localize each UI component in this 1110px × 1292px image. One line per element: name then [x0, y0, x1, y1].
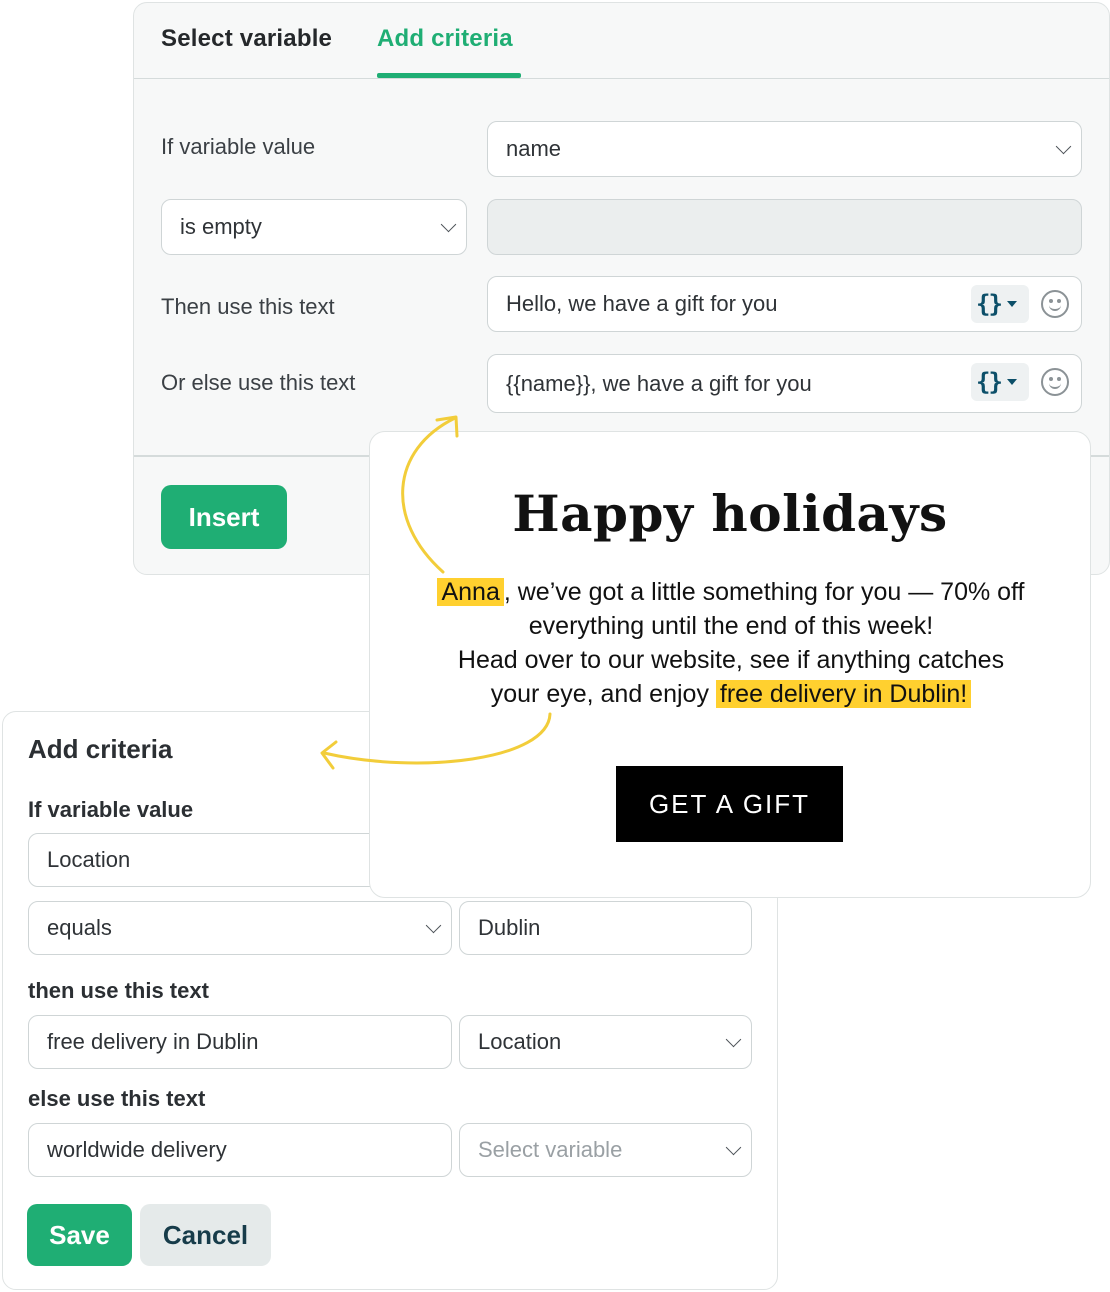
save-button[interactable]: Save	[27, 1204, 132, 1266]
chevron-down-icon	[440, 216, 457, 233]
emoji-icon[interactable]	[1041, 290, 1069, 318]
insert-variable-button[interactable]: {}	[971, 363, 1029, 401]
chevron-down-icon	[1055, 138, 1072, 155]
email-line-4: your eye, and enjoy	[490, 680, 716, 708]
variable-select[interactable]: name	[487, 121, 1082, 177]
else-variable-placeholder: Select variable	[478, 1137, 623, 1162]
operator-select[interactable]: equals	[28, 901, 452, 955]
then-text-value: Hello, we have a gift for you	[506, 291, 778, 316]
operator-value-input[interactable]	[487, 199, 1082, 255]
chevron-down-icon	[725, 1139, 742, 1156]
else-text-input[interactable]: worldwide delivery	[28, 1123, 452, 1177]
tab-select-variable[interactable]: Select variable	[161, 25, 332, 53]
variable-select-value: name	[506, 136, 562, 161]
email-preview-card: Happy holidays Anna, we’ve got a little …	[369, 431, 1091, 898]
email-body-text: Anna, we’ve got a little something for y…	[380, 575, 1082, 711]
email-title: Happy holidays	[512, 484, 948, 543]
delivery-highlight: free delivery in Dublin!	[715, 680, 972, 708]
then-variable-select[interactable]: Location	[459, 1015, 752, 1069]
tab-bar: Select variable Add criteria	[134, 3, 1109, 79]
then-text-input[interactable]: free delivery in Dublin	[28, 1015, 452, 1069]
emoji-icon[interactable]	[1041, 368, 1069, 396]
caret-down-icon	[1006, 379, 1017, 385]
then-variable-value: Location	[478, 1029, 562, 1054]
operator-select-value: is empty	[180, 214, 262, 239]
else-text-input[interactable]: {{name}}, we have a gift for you {}	[487, 354, 1082, 413]
email-line-1: , we’ve got a little something for you —…	[503, 578, 1025, 606]
then-text-label: then use this text	[28, 978, 209, 1003]
else-text-label: else use this text	[28, 1086, 206, 1111]
get-gift-button[interactable]: GET A GIFT	[616, 766, 843, 842]
panel-title: Add criteria	[28, 734, 173, 764]
else-text-value: {{name}}, we have a gift for you	[506, 370, 812, 396]
caret-down-icon	[1006, 301, 1017, 307]
operator-select-value: equals	[47, 915, 112, 940]
then-text-label: Then use this text	[161, 294, 335, 319]
braces-icon: {}	[976, 290, 1003, 318]
chevron-down-icon	[425, 917, 442, 934]
else-text-label: Or else use this text	[161, 370, 356, 395]
email-line-2: everything until the end of this week!	[528, 612, 934, 640]
name-highlight: Anna	[437, 578, 504, 606]
tab-add-criteria[interactable]: Add criteria	[377, 25, 513, 53]
operator-value-input[interactable]: Dublin	[459, 901, 752, 955]
braces-icon: {}	[976, 368, 1003, 396]
insert-variable-button[interactable]: {}	[971, 285, 1029, 323]
if-variable-label: If variable value	[28, 797, 194, 822]
if-variable-label: If variable value	[161, 134, 316, 159]
then-text-input[interactable]: Hello, we have a gift for you {}	[487, 276, 1082, 332]
email-line-3: Head over to our website, see if anythin…	[457, 646, 1005, 674]
chevron-down-icon	[725, 1031, 742, 1048]
variable-select-value: Location	[47, 847, 131, 872]
cancel-button[interactable]: Cancel	[140, 1204, 271, 1266]
operator-select[interactable]: is empty	[161, 199, 467, 255]
else-variable-select[interactable]: Select variable	[459, 1123, 752, 1177]
active-tab-indicator	[377, 73, 521, 78]
insert-button[interactable]: Insert	[161, 485, 287, 549]
